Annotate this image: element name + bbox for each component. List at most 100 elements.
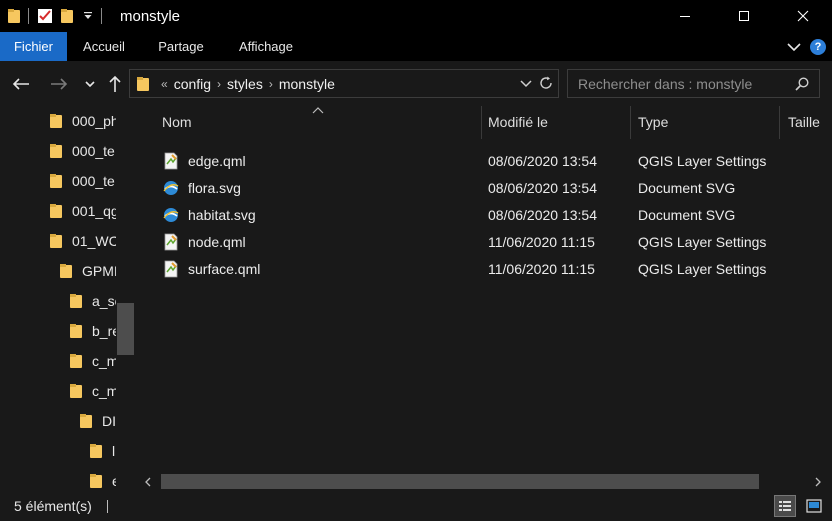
tree-item[interactable]: c_m [70, 376, 116, 406]
tab-fichier[interactable]: Fichier [0, 32, 67, 61]
forward-button[interactable] [48, 74, 70, 94]
properties-icon[interactable] [37, 8, 53, 24]
folder-icon [90, 444, 102, 458]
minimize-button[interactable] [655, 0, 714, 32]
tree-item[interactable]: c_m [70, 346, 116, 376]
help-icon[interactable]: ? [810, 39, 826, 55]
file-name: flora.svg [188, 179, 241, 196]
qml-file-icon [164, 233, 178, 250]
search-box[interactable] [567, 69, 820, 98]
file-row[interactable]: edge.qml 08/06/2020 13:54 QGIS Layer Set… [162, 147, 822, 174]
column-header-name[interactable]: Nom [136, 106, 481, 139]
close-icon [797, 10, 808, 22]
tree-item-label: c_m [92, 353, 116, 369]
chevron-down-icon [85, 81, 95, 88]
chevron-right-icon[interactable]: › [269, 77, 273, 91]
file-name: surface.qml [188, 260, 261, 277]
arrow-up-icon [109, 75, 121, 92]
folder-icon [70, 354, 82, 368]
search-input[interactable] [568, 70, 783, 97]
file-type: Document SVG [638, 206, 736, 223]
tree-item[interactable]: b_re [70, 316, 116, 346]
file-modified: 11/06/2020 11:15 [488, 233, 595, 250]
expand-ribbon-icon[interactable] [786, 39, 802, 55]
tree-item[interactable]: 000_te [50, 166, 115, 196]
file-row[interactable]: habitat.svg 08/06/2020 13:54 Document SV… [162, 201, 822, 228]
tree-list: 000_ph 000_te 000_te 001_qg 01_WC GPMI a… [0, 106, 116, 492]
horizontal-scrollbar-thumb[interactable] [161, 474, 759, 489]
tree-item-label: b_re [92, 323, 116, 339]
column-header-type[interactable]: Type [612, 106, 782, 139]
tree-item[interactable]: 001_qg [50, 196, 116, 226]
tab-affichage[interactable]: Affichage [226, 32, 306, 61]
breadcrumb-config[interactable]: config [174, 76, 211, 92]
maximize-button[interactable] [714, 0, 773, 32]
window-title: monstyle [120, 7, 181, 25]
tree-item[interactable]: e [90, 466, 116, 492]
scroll-left-icon[interactable] [144, 477, 152, 487]
tree-item-label: DI [102, 413, 116, 429]
tree-item[interactable]: GPMI [60, 256, 116, 286]
tree-item-label: c_m [92, 383, 116, 399]
up-button[interactable] [106, 74, 124, 94]
file-row[interactable]: flora.svg 08/06/2020 13:54 Document SVG [162, 174, 822, 201]
folder-icon [90, 474, 102, 488]
tree-item[interactable]: 000_ph [50, 106, 116, 136]
tree-item-label: 001_qg [72, 203, 116, 219]
folder-icon[interactable] [8, 9, 20, 23]
tree-item-label: 01_WC [72, 233, 116, 249]
folder-icon [50, 234, 62, 248]
customize-toolbar-icon[interactable] [83, 11, 93, 21]
tree-item-label: 000_te [72, 173, 115, 189]
status-divider [107, 500, 108, 513]
file-name: habitat.svg [188, 206, 256, 223]
arrow-right-icon [51, 78, 68, 90]
tree-item[interactable]: DI [80, 406, 116, 436]
horizontal-scrollbar[interactable] [136, 471, 832, 492]
file-modified: 11/06/2020 11:15 [488, 260, 595, 277]
breadcrumb-monstyle[interactable]: monstyle [279, 76, 335, 92]
folder-icon [60, 264, 72, 278]
folder-icon [70, 294, 82, 308]
scroll-right-icon[interactable] [814, 477, 822, 487]
back-button[interactable] [10, 74, 32, 94]
tree-scrollbar-thumb[interactable] [117, 303, 134, 355]
chevron-right-icon[interactable]: › [217, 77, 221, 91]
qml-file-icon [164, 260, 178, 277]
minimize-icon [679, 16, 690, 17]
large-icons-view-button[interactable] [803, 495, 825, 517]
tab-partage[interactable]: Partage [144, 32, 218, 61]
new-folder-icon[interactable] [61, 9, 73, 23]
search-icon[interactable] [795, 77, 809, 91]
file-modified: 08/06/2020 13:54 [488, 179, 597, 196]
tree-item[interactable]: l [90, 436, 115, 466]
tree-scrollbar[interactable] [116, 106, 136, 492]
file-type: QGIS Layer Settings [638, 152, 767, 169]
address-bar[interactable]: « config › styles › monstyle [129, 69, 559, 98]
folder-icon [70, 384, 82, 398]
svg-file-icon [163, 180, 179, 195]
tree-item[interactable]: a_sc [70, 286, 116, 316]
folder-icon [70, 324, 82, 338]
refresh-icon[interactable] [539, 76, 553, 90]
folder-icon [50, 204, 62, 218]
close-button[interactable] [773, 0, 832, 32]
breadcrumb-overflow[interactable]: « [161, 77, 168, 91]
tab-accueil[interactable]: Accueil [67, 32, 141, 61]
breadcrumb-styles[interactable]: styles [227, 76, 263, 92]
recent-locations-button[interactable] [82, 74, 98, 94]
file-row[interactable]: surface.qml 11/06/2020 11:15 QGIS Layer … [162, 255, 822, 282]
tree-item[interactable]: 000_te [50, 136, 115, 166]
large-icons-view-icon [806, 499, 822, 513]
folder-icon [137, 76, 149, 91]
file-modified: 08/06/2020 13:54 [488, 152, 597, 169]
column-header-modified[interactable]: Modifié le [462, 106, 632, 139]
details-view-button[interactable] [774, 495, 796, 517]
item-count: 5 élément(s) [14, 498, 92, 514]
address-history-icon[interactable] [520, 76, 532, 90]
tree-item[interactable]: 01_WC [50, 226, 116, 256]
quick-access-toolbar [0, 0, 110, 32]
column-header-size[interactable]: Taille [762, 106, 832, 139]
file-row[interactable]: node.qml 11/06/2020 11:15 QGIS Layer Set… [162, 228, 822, 255]
maximize-icon [738, 11, 749, 21]
